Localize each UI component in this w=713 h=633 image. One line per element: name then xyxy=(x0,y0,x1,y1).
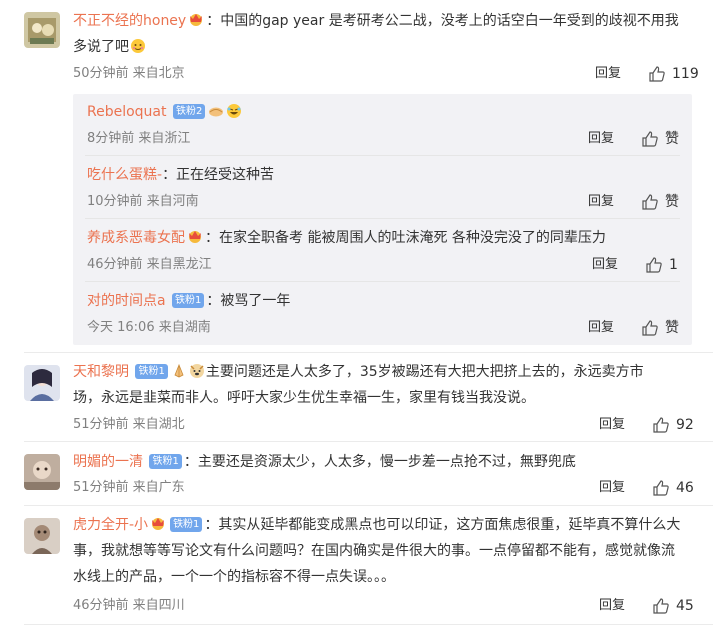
comment-text: 不正不经的honey ：中国的gap year 是考研考公二战，没考上的话空白一年… xyxy=(73,8,693,60)
comment-body: ：中国的gap year 是考研考公二战，没考上的话空白一年受到的歧视不用我 xyxy=(206,13,679,29)
laughing-emoji-icon xyxy=(226,102,242,118)
comment-body-line2: 事，我就想等等写论文有什么问题吗？在国内确实是件很大的事。一点停留都不能有，感觉… xyxy=(73,543,675,559)
username[interactable]: 吃什么蛋糕- xyxy=(87,167,162,183)
like-count: 赞 xyxy=(665,320,679,336)
handshake-emoji-icon xyxy=(208,102,224,118)
thumbs-up-icon xyxy=(642,194,658,210)
pray-emoji-icon xyxy=(171,362,187,378)
like-button[interactable]: 赞 xyxy=(641,193,679,211)
reply-body: ：被骂了一年 xyxy=(206,293,291,309)
reply-meta: 8分钟前 来自浙江 xyxy=(87,131,191,146)
doge-emoji-icon xyxy=(189,362,205,378)
avatar[interactable] xyxy=(24,12,60,48)
avatar[interactable] xyxy=(24,365,60,401)
username[interactable]: Rebeloquat xyxy=(87,104,167,120)
fan-badge: 铁粉1 xyxy=(135,364,168,379)
username[interactable]: 虎力全开-小 xyxy=(73,517,148,533)
thumbs-up-icon xyxy=(653,480,669,496)
like-button[interactable]: 92 xyxy=(652,416,694,434)
comment-meta: 51分钟前 来自广东 xyxy=(73,480,185,495)
like-button[interactable]: 赞 xyxy=(641,130,679,148)
divider xyxy=(85,155,680,156)
like-button[interactable]: 119 xyxy=(648,65,699,83)
divider xyxy=(24,441,713,442)
crown-badge-icon xyxy=(186,227,204,243)
crown-badge-icon xyxy=(187,10,205,26)
reply-button[interactable]: 回复 xyxy=(599,416,625,434)
username[interactable]: 天和黎明 xyxy=(73,364,129,380)
like-count: 92 xyxy=(676,417,694,433)
like-button[interactable]: 赞 xyxy=(641,319,679,337)
comment-meta: 51分钟前 来自湖北 xyxy=(73,417,185,432)
comment-meta: 50分钟前 来自北京 xyxy=(73,66,185,81)
reply-text: 养成系恶毒女配 ：在家全职备考 能被周围人的吐沫淹死 各种没完没了的同辈压力 xyxy=(87,225,606,251)
comment-text: 天和黎明 铁粉1 主要问题还是人太多了，35岁被踢还有大把大把挤上去的，永远卖方市… xyxy=(73,359,693,411)
thumbs-up-icon xyxy=(642,320,658,336)
comment-body: ：其实从延毕都能变成黑点也可以印证，这方面焦虑很重，延毕真不算什么大 xyxy=(204,517,681,533)
comment-body-line2: 场，永远是韭菜而非人。呼吁大家少生优生幸福一生，家里有钱当我没说。 xyxy=(73,390,535,406)
reply-button[interactable]: 回复 xyxy=(588,193,614,211)
reply-text: Rebeloquat 铁粉2 xyxy=(87,99,243,125)
like-button[interactable]: 46 xyxy=(652,479,694,497)
reply-button[interactable]: 回复 xyxy=(588,319,614,337)
divider xyxy=(85,218,680,219)
blush-emoji-icon xyxy=(130,37,146,53)
sub-replies-box: Rebeloquat 铁粉2 8分钟前 来自浙江 回复 赞 吃什么蛋糕-：正在经… xyxy=(73,94,692,345)
like-count: 46 xyxy=(676,480,694,496)
divider xyxy=(24,352,713,353)
thumbs-up-icon xyxy=(642,131,658,147)
reply-text: 吃什么蛋糕-：正在经受这种苦 xyxy=(87,162,274,188)
fan-badge: 铁粉1 xyxy=(149,454,182,469)
divider xyxy=(85,281,680,282)
like-button[interactable]: 1 xyxy=(645,256,678,274)
username[interactable]: 明媚的一清 xyxy=(73,454,143,470)
username[interactable]: 不正不经的honey xyxy=(73,13,186,29)
reply-button[interactable]: 回复 xyxy=(599,597,625,615)
comment-text: 明媚的一清 铁粉1 ：主要还是资源太少，人太多，慢一步差一点抢不过，無野兜底 xyxy=(73,449,693,475)
thumbs-up-icon xyxy=(653,598,669,614)
like-count: 赞 xyxy=(665,194,679,210)
like-count: 1 xyxy=(669,257,678,273)
divider xyxy=(24,624,713,625)
comment-body: 主要问题还是人太多了，35岁被踢还有大把大把挤上去的，永远卖方市 xyxy=(205,364,644,380)
reply-button[interactable]: 回复 xyxy=(595,65,621,83)
comment-body-line2: 多说了吧 xyxy=(73,39,129,55)
thumbs-up-icon xyxy=(653,417,669,433)
comment-body-line3: 水线上的产品，一个一个的指标容不得一点失误。。。 xyxy=(73,569,395,585)
comment-text: 虎力全开-小 铁粉1 ：其实从延毕都能变成黑点也可以印证，这方面焦虑很重，延毕真不算… xyxy=(73,512,693,590)
avatar[interactable] xyxy=(24,454,60,490)
comment-meta: 46分钟前 来自四川 xyxy=(73,598,185,613)
like-count: 45 xyxy=(676,598,694,614)
reply-button[interactable]: 回复 xyxy=(592,256,618,274)
reply-meta: 46分钟前 来自黑龙江 xyxy=(87,257,212,272)
comment-body: ：主要还是资源太少，人太多，慢一步差一点抢不过，無野兜底 xyxy=(183,454,576,470)
reply-meta: 10分钟前 来自河南 xyxy=(87,194,199,209)
divider xyxy=(24,505,713,506)
thumbs-up-icon xyxy=(649,66,665,82)
fan-badge: 铁粉2 xyxy=(172,104,206,119)
reply-body: ：正在经受这种苦 xyxy=(162,167,275,183)
username[interactable]: 对的时间点a xyxy=(87,293,166,309)
reply-button[interactable]: 回复 xyxy=(588,130,614,148)
reply-text: 对的时间点a 铁粉1 ：被骂了一年 xyxy=(87,288,290,314)
fan-badge: 铁粉1 xyxy=(172,293,205,308)
reply-button[interactable]: 回复 xyxy=(599,479,625,497)
reply-body: ：在家全职备考 能被周围人的吐沫淹死 各种没完没了的同辈压力 xyxy=(205,230,606,246)
crown-badge-icon xyxy=(149,514,167,530)
like-count: 赞 xyxy=(665,131,679,147)
username[interactable]: 养成系恶毒女配 xyxy=(87,230,185,246)
avatar[interactable] xyxy=(24,518,60,554)
like-button[interactable]: 45 xyxy=(652,597,694,615)
thumbs-up-icon xyxy=(646,257,662,273)
like-count: 119 xyxy=(672,66,699,82)
reply-meta: 今天 16:06 来自湖南 xyxy=(87,320,211,335)
fan-badge: 铁粉1 xyxy=(170,517,203,532)
